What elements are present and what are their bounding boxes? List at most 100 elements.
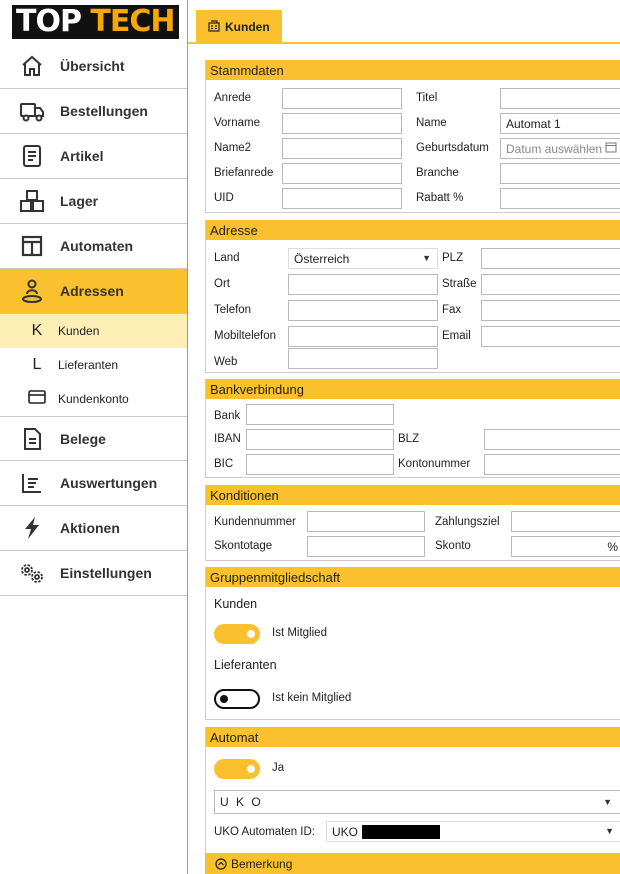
skontotage-field[interactable] bbox=[307, 536, 425, 557]
name2-field[interactable] bbox=[282, 138, 402, 159]
automat-toggle[interactable] bbox=[214, 759, 260, 779]
bic-field[interactable] bbox=[246, 454, 394, 475]
sidebar-subitem-label: Lieferanten bbox=[58, 358, 119, 372]
land-value: Österreich bbox=[294, 251, 350, 266]
sidebar-item-uebersicht[interactable]: Übersicht bbox=[0, 44, 187, 89]
telefon-field[interactable] bbox=[288, 300, 438, 321]
sidebar-item-adressen[interactable]: Adressen bbox=[0, 269, 187, 314]
sidebar-item-label: Adressen bbox=[60, 283, 124, 299]
land-label: Land bbox=[214, 252, 240, 264]
section-header: Konditionen bbox=[206, 485, 620, 505]
sidebar-item-artikel[interactable]: Artikel bbox=[0, 134, 187, 179]
section-header: Adresse bbox=[206, 220, 620, 240]
strasse-label: Straße bbox=[442, 278, 477, 290]
blz-label: BLZ bbox=[398, 433, 420, 445]
strasse-field[interactable] bbox=[481, 274, 620, 295]
name-label: Name bbox=[416, 117, 447, 129]
titel-field[interactable] bbox=[500, 88, 620, 109]
land-select[interactable]: Österreich ▼ bbox=[288, 248, 438, 269]
section-stammdaten: Stammdaten Anrede Titel Vorname Name Aut… bbox=[205, 60, 620, 213]
ort-label: Ort bbox=[214, 278, 230, 290]
bemerkung-label: Bemerkung bbox=[231, 856, 293, 871]
web-field[interactable] bbox=[288, 348, 438, 369]
email-field[interactable] bbox=[481, 326, 620, 347]
sidebar-item-label: Einstellungen bbox=[60, 565, 152, 581]
skonto-field[interactable]: % bbox=[511, 536, 620, 557]
sidebar-item-label: Automaten bbox=[60, 238, 134, 254]
sidebar-item-aktionen[interactable]: Aktionen bbox=[0, 506, 187, 551]
automat-select[interactable]: U K O ▼ bbox=[214, 790, 620, 814]
dropdown-arrow-icon: ▼ bbox=[605, 826, 614, 836]
lieferanten-group-label: Lieferanten bbox=[214, 658, 277, 672]
bic-label: BIC bbox=[214, 458, 234, 470]
plz-field[interactable] bbox=[481, 248, 620, 269]
bank-label: Bank bbox=[214, 410, 241, 422]
chevron-up-circle-icon bbox=[215, 857, 227, 870]
lieferanten-toggle-label: Ist kein Mitglied bbox=[272, 692, 352, 704]
telefon-label: Telefon bbox=[214, 304, 252, 316]
section-header: Stammdaten bbox=[206, 60, 620, 80]
automat-select-value: U K O bbox=[220, 795, 263, 809]
blz-field[interactable] bbox=[484, 429, 620, 450]
tab-kunden[interactable]: Kunden bbox=[196, 10, 282, 44]
sidebar-item-einstellungen[interactable]: Einstellungen bbox=[0, 551, 187, 596]
sidebar: TOP TECH Übersicht Bestellungen Artikel … bbox=[0, 0, 188, 874]
card-icon bbox=[26, 389, 48, 409]
rabatt-field[interactable] bbox=[500, 188, 620, 209]
kundennummer-field[interactable] bbox=[307, 511, 425, 532]
sidebar-item-auswertungen[interactable]: Auswertungen bbox=[0, 461, 187, 506]
sidebar-subitem-kundenkonto[interactable]: Kundenkonto bbox=[0, 382, 187, 416]
skonto-label: Skonto bbox=[435, 540, 471, 552]
section-konditionen: Konditionen Kundennummer Zahlungsziel Sk… bbox=[205, 485, 620, 561]
sidebar-item-bestellungen[interactable]: Bestellungen bbox=[0, 89, 187, 134]
bank-field[interactable] bbox=[246, 404, 394, 425]
vorname-label: Vorname bbox=[214, 117, 261, 129]
logo: TOP TECH bbox=[0, 0, 187, 44]
calendar-icon[interactable] bbox=[605, 141, 617, 156]
branche-field[interactable] bbox=[500, 163, 620, 184]
sidebar-item-label: Artikel bbox=[60, 148, 104, 164]
titel-label: Titel bbox=[416, 92, 438, 104]
report-icon bbox=[18, 469, 46, 497]
sidebar-subitem-label: Kunden bbox=[58, 324, 100, 338]
lieferanten-member-toggle[interactable] bbox=[214, 689, 260, 709]
sidebar-item-label: Bestellungen bbox=[60, 103, 148, 119]
uid-field[interactable] bbox=[282, 188, 402, 209]
sidebar-item-belege[interactable]: Belege bbox=[0, 416, 187, 461]
section-header: Gruppenmitgliedschaft bbox=[206, 567, 620, 587]
anrede-field[interactable] bbox=[282, 88, 402, 109]
location-person-icon bbox=[18, 277, 46, 305]
ort-field[interactable] bbox=[288, 274, 438, 295]
fax-field[interactable] bbox=[481, 300, 620, 321]
geburtsdatum-picker[interactable]: Datum auswählen bbox=[500, 138, 620, 159]
section-gruppenmitgliedschaft: Gruppenmitgliedschaft Kunden Ist Mitglie… bbox=[205, 567, 620, 720]
document-icon bbox=[18, 142, 46, 170]
l-glyph-icon: L bbox=[32, 356, 42, 373]
gears-icon bbox=[18, 559, 46, 587]
zahlungsziel-field[interactable] bbox=[511, 511, 620, 532]
vorname-field[interactable] bbox=[282, 113, 402, 134]
truck-icon bbox=[18, 97, 46, 125]
anrede-label: Anrede bbox=[214, 92, 252, 104]
sidebar-item-label: Übersicht bbox=[60, 58, 125, 74]
name-field[interactable]: Automat 1 bbox=[500, 113, 620, 134]
kunden-member-toggle[interactable] bbox=[214, 624, 260, 644]
redacted-block bbox=[362, 824, 441, 839]
sidebar-item-label: Aktionen bbox=[60, 520, 120, 536]
mobiltelefon-label: Mobiltelefon bbox=[214, 330, 277, 342]
sidebar-item-automaten[interactable]: Automaten bbox=[0, 224, 187, 269]
tab-label: Kunden bbox=[225, 20, 270, 34]
automaten-id-select[interactable]: UKO ▼ bbox=[326, 821, 620, 842]
sidebar-item-lager[interactable]: Lager bbox=[0, 179, 187, 224]
fax-label: Fax bbox=[442, 304, 462, 316]
mobiltelefon-field[interactable] bbox=[288, 326, 438, 347]
iban-field[interactable] bbox=[246, 429, 394, 450]
briefanrede-field[interactable] bbox=[282, 163, 402, 184]
tab-bar: Kunden bbox=[188, 0, 620, 44]
sidebar-subitem-lieferanten[interactable]: L Lieferanten bbox=[0, 348, 187, 382]
bemerkung-expander[interactable]: Bemerkung bbox=[205, 853, 620, 874]
sidebar-subitem-kunden[interactable]: K Kunden bbox=[0, 314, 187, 348]
kontonummer-field[interactable] bbox=[484, 454, 620, 475]
logo-text: TOP TECH bbox=[12, 5, 179, 39]
sidebar-item-label: Belege bbox=[60, 430, 106, 447]
